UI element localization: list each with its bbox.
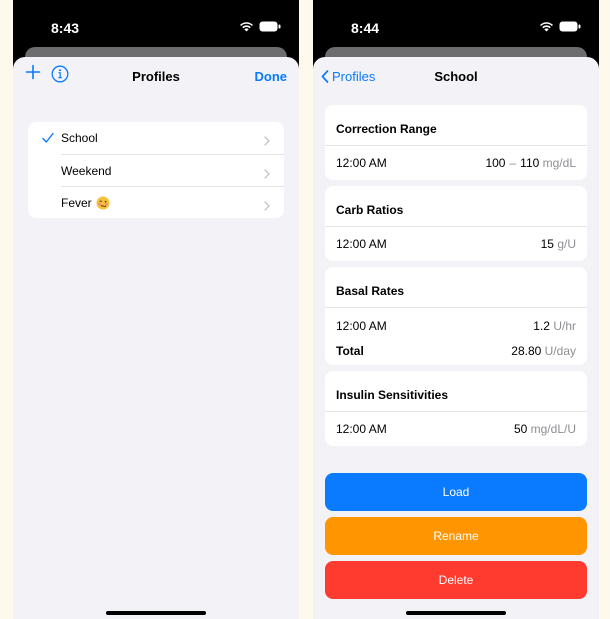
insulin-sensitivities-card[interactable]: Insulin Sensitivities 12:00 AM 50 mg/dL/… bbox=[325, 371, 587, 446]
unit-label: U/hr bbox=[553, 319, 576, 333]
battery-icon bbox=[559, 21, 581, 32]
profile-label: School bbox=[61, 131, 98, 145]
row-time: 12:00 AM bbox=[336, 156, 387, 170]
chevron-right-icon bbox=[264, 198, 270, 216]
row-time: 12:00 AM bbox=[336, 237, 387, 251]
card-title: Carb Ratios bbox=[325, 186, 587, 227]
phone-screen-profiles: 8:43 Profiles Done School Weekend Fever bbox=[13, 0, 299, 619]
range-high-value: 110 bbox=[520, 156, 540, 170]
chevron-right-icon bbox=[264, 133, 270, 151]
rename-button[interactable]: Rename bbox=[325, 517, 587, 555]
row-time: 12:00 AM bbox=[336, 422, 387, 436]
value-number: 50 bbox=[513, 422, 528, 436]
done-button[interactable]: Done bbox=[255, 69, 288, 84]
value-number: 28.80 bbox=[511, 344, 542, 358]
status-time: 8:44 bbox=[351, 20, 380, 36]
basal-rates-card[interactable]: Basal Rates 12:00 AM 1.2 U/hr Total 28.8… bbox=[325, 267, 587, 365]
value-number: 15 bbox=[540, 237, 554, 251]
status-icons bbox=[239, 21, 281, 32]
range-dash: – bbox=[509, 156, 517, 170]
chevron-right-icon bbox=[264, 166, 270, 184]
status-bar: 8:43 bbox=[13, 0, 299, 48]
row-value: 50 mg/dL/U bbox=[514, 422, 576, 436]
status-time: 8:43 bbox=[51, 20, 80, 36]
battery-icon bbox=[259, 21, 281, 32]
card-title: Insulin Sensitivities bbox=[325, 371, 587, 412]
wifi-icon bbox=[239, 21, 254, 32]
profile-detail-sheet: Profiles School Correction Range 12:00 A… bbox=[313, 57, 599, 619]
profiles-sheet: Profiles Done School Weekend Fever bbox=[13, 57, 299, 619]
load-button[interactable]: Load bbox=[325, 473, 587, 511]
schedule-cards: Correction Range 12:00 AM 100–110 mg/dL … bbox=[325, 105, 587, 452]
row-value: 15 g/U bbox=[541, 237, 576, 251]
profile-list: School Weekend Fever bbox=[28, 122, 284, 218]
total-row: Total 28.80 U/day bbox=[325, 341, 587, 365]
range-low-value: 100 bbox=[485, 156, 506, 170]
card-title: Basal Rates bbox=[325, 267, 587, 308]
schedule-row: 12:00 AM 50 mg/dL/U bbox=[325, 412, 587, 446]
checkmark-icon bbox=[42, 131, 54, 149]
home-indicator bbox=[406, 611, 506, 615]
carb-ratios-card[interactable]: Carb Ratios 12:00 AM 15 g/U bbox=[325, 186, 587, 261]
value-number: 1.2 bbox=[533, 319, 550, 333]
status-bar: 8:44 bbox=[313, 0, 599, 48]
profile-row-school[interactable]: School bbox=[28, 122, 284, 154]
schedule-row: 12:00 AM 100–110 mg/dL bbox=[325, 146, 587, 180]
row-value: 100–110 mg/dL bbox=[485, 156, 576, 170]
navigation-bar: Profiles School bbox=[313, 57, 599, 97]
profile-label: Fever bbox=[61, 195, 92, 210]
page-title: School bbox=[434, 69, 478, 84]
correction-range-card[interactable]: Correction Range 12:00 AM 100–110 mg/dL bbox=[325, 105, 587, 180]
card-title: Correction Range bbox=[325, 105, 587, 146]
unit-label: mg/dL bbox=[542, 156, 576, 170]
wifi-icon bbox=[539, 21, 554, 32]
status-icons bbox=[539, 21, 581, 32]
schedule-row: 12:00 AM 15 g/U bbox=[325, 227, 587, 261]
total-value: 28.80 U/day bbox=[511, 344, 576, 358]
row-value: 1.2 U/hr bbox=[533, 319, 576, 333]
profile-row-fever[interactable]: Fever bbox=[28, 186, 284, 218]
home-indicator bbox=[106, 611, 206, 615]
delete-button[interactable]: Delete bbox=[325, 561, 587, 599]
schedule-row: 12:00 AM 1.2 U/hr bbox=[325, 311, 587, 341]
phone-screen-profile-detail: 8:44 Profiles School Correction Range 12… bbox=[313, 0, 599, 619]
unit-label: U/day bbox=[544, 344, 576, 358]
unit-label: g/U bbox=[557, 237, 576, 251]
profile-row-weekend[interactable]: Weekend bbox=[28, 154, 284, 186]
total-label: Total bbox=[336, 344, 364, 358]
unit-label: mg/dL/U bbox=[530, 422, 576, 436]
navigation-bar: Profiles Done bbox=[13, 57, 299, 97]
row-time: 12:00 AM bbox=[336, 319, 387, 333]
woozy-face-icon bbox=[96, 196, 110, 210]
profile-label: Weekend bbox=[61, 163, 112, 178]
